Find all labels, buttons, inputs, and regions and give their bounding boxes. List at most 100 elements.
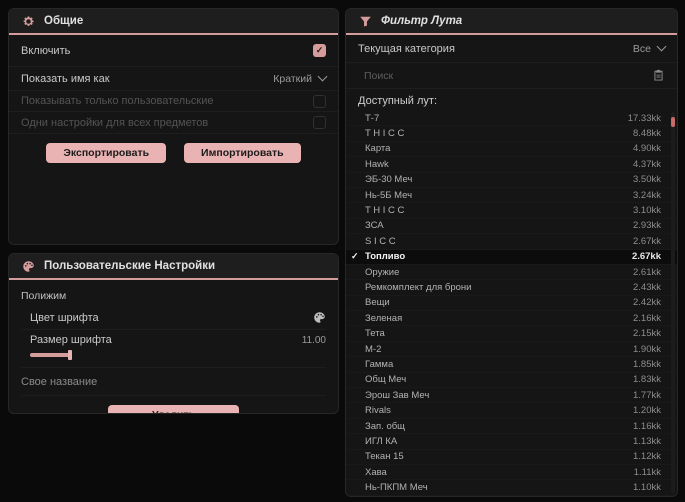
category-label: Текущая категория (358, 42, 455, 55)
custom-settings-header: Пользовательские Настройки (9, 254, 338, 280)
loot-item-value: 8.48kk (633, 128, 661, 140)
loot-item-name: Текан 15 (365, 451, 404, 463)
loot-row[interactable]: Тета 2.15kk (346, 326, 677, 342)
paste-icon[interactable] (652, 69, 665, 82)
scrollbar-thumb[interactable] (671, 117, 675, 127)
chevron-down-icon (317, 71, 328, 82)
selected-item-label: Полижим (21, 290, 67, 302)
loot-row[interactable]: ЭБ-30 Меч 3.50kk (346, 173, 677, 188)
loot-row[interactable]: Ремкомплект для брони 2.43kk (346, 280, 677, 296)
font-color-label: Цвет шрифта (30, 311, 99, 324)
color-picker-icon[interactable] (313, 311, 326, 324)
loot-item-value: 2.42kk (633, 297, 661, 309)
loot-item-value: 2.61kk (633, 266, 661, 278)
loot-item-value: 1.85kk (633, 358, 661, 370)
export-button[interactable]: Экспортировать (46, 143, 167, 163)
loot-row[interactable]: Нь-5Б Меч 3.24kk (346, 188, 677, 204)
loot-item-value: 1.90kk (633, 343, 661, 355)
loot-row[interactable]: Гамма 1.85kk (346, 357, 677, 373)
loot-item-value: 2.93kk (633, 220, 661, 232)
name-mode-row: Показать имя как Краткий (9, 67, 338, 91)
scrollbar-track[interactable] (671, 112, 675, 493)
font-size-value: 11.00 (301, 334, 326, 346)
loot-row[interactable]: ✓ Топливо 2.67kk (346, 249, 677, 265)
only-custom-checkbox (313, 94, 326, 108)
loot-row[interactable]: Карта 4.90kk (346, 142, 677, 158)
loot-row[interactable]: Общ Меч 1.83kk (346, 373, 677, 389)
font-size-label: Размер шрифта (30, 334, 112, 346)
general-panel: Общие Включить Показать имя как Краткий … (8, 8, 339, 245)
loot-row[interactable]: Hawk 4.37kk (346, 157, 677, 173)
general-panel-header: Общие (9, 9, 338, 35)
palette-icon (22, 260, 35, 273)
loot-filter-panel: Фильтр Лута Текущая категория Все Доступ… (345, 8, 678, 497)
loot-item-name: Rivals (365, 405, 391, 417)
loot-item-name: Гамма (365, 358, 394, 370)
loot-item-name: Зеленая (365, 312, 403, 324)
slider-thumb[interactable] (68, 350, 72, 360)
loot-item-name: Ремкомплект для брони (365, 281, 472, 293)
loot-item-name: Тета (365, 328, 385, 340)
gear-icon (22, 15, 35, 28)
only-custom-row: Показывать только пользовательские (9, 91, 338, 112)
search-input[interactable] (362, 68, 652, 83)
loot-item-name: Hawk (365, 158, 389, 170)
loot-row[interactable]: Вещи 2.42kk (346, 296, 677, 312)
loot-row[interactable]: Эрош Зав Меч 1.77kk (346, 388, 677, 404)
loot-item-value: 3.10kk (633, 205, 661, 217)
loot-item-name: ЭБ-30 Меч (365, 174, 413, 186)
loot-item-name: Вещи (365, 297, 390, 309)
loot-item-name: Общ Меч (365, 374, 407, 386)
loot-filter-title: Фильтр Лута (381, 15, 463, 27)
loot-item-value: 1.77kk (633, 389, 661, 401)
custom-name-input[interactable] (21, 368, 326, 396)
loot-row[interactable]: Текан 15 1.12kk (346, 450, 677, 465)
loot-row[interactable]: Нь-ПКПМ Меч 1.10kk (346, 480, 677, 496)
loot-row[interactable]: Зап. общ 1.16kk (346, 419, 677, 435)
slider-fill (30, 353, 70, 357)
loot-item-value: 1.13kk (633, 435, 661, 447)
category-value: Все (632, 42, 651, 55)
loot-item-value: 1.11kk (633, 466, 661, 478)
loot-item-value: 2.67kk (633, 235, 661, 247)
name-mode-dropdown[interactable]: Краткий (273, 71, 328, 85)
loot-row[interactable]: T H I C C 8.48kk (346, 126, 677, 142)
delete-button[interactable]: Удалить (107, 405, 240, 413)
loot-row[interactable]: Хава 1.11kk (346, 465, 677, 481)
loot-row[interactable]: S I C C 2.67kk (346, 234, 677, 250)
import-button[interactable]: Импортировать (184, 143, 301, 163)
loot-filter-header: Фильтр Лута (346, 9, 677, 35)
check-icon: ✓ (351, 251, 359, 262)
loot-item-name: Зап. общ (365, 420, 405, 432)
search-row (346, 63, 677, 89)
chevron-down-icon (656, 41, 667, 52)
enable-row: Включить (9, 35, 338, 67)
delete-row: Удалить (21, 405, 326, 413)
enable-label: Включить (21, 44, 71, 57)
name-mode-value: Краткий (273, 72, 312, 85)
loot-row[interactable]: Т-7 17.33kk (346, 111, 677, 127)
loot-item-name: Т-7 (365, 112, 380, 124)
loot-item-name: Топливо (365, 251, 406, 263)
loot-item-value: 17.33kk (627, 112, 661, 124)
loot-row[interactable]: Rivals 1.20kk (346, 403, 677, 419)
loot-row[interactable]: М-2 1.90kk (346, 342, 677, 358)
loot-item-name: Нь-ПКПМ Меч (365, 482, 428, 494)
same-for-all-row: Одни настройки для всех предметов (9, 112, 338, 134)
loot-item-name: Эрош Зав Меч (365, 389, 430, 401)
font-size-slider[interactable] (30, 350, 326, 360)
loot-item-name: Карта (365, 143, 391, 155)
loot-row[interactable]: ЗСА 2.93kk (346, 219, 677, 235)
loot-row[interactable]: ИГЛ КА 1.13kk (346, 434, 677, 450)
loot-row[interactable]: T H I C C 3.10kk (346, 203, 677, 219)
enable-checkbox[interactable] (313, 44, 326, 57)
loot-item-name: Оружие (365, 266, 400, 278)
loot-item-value: 1.83kk (633, 374, 661, 386)
name-mode-label: Показать имя как (21, 72, 110, 85)
loot-row[interactable]: Зеленая 2.16kk (346, 311, 677, 327)
loot-list: Т-7 17.33kk T H I C C 8.48kk Карта 4.90k… (346, 111, 677, 496)
loot-item-value: 1.10kk (633, 482, 661, 494)
loot-row[interactable]: Оружие 2.61kk (346, 265, 677, 281)
loot-item-name: ИГЛ КА (365, 435, 398, 447)
category-dropdown[interactable]: Все (632, 41, 667, 55)
